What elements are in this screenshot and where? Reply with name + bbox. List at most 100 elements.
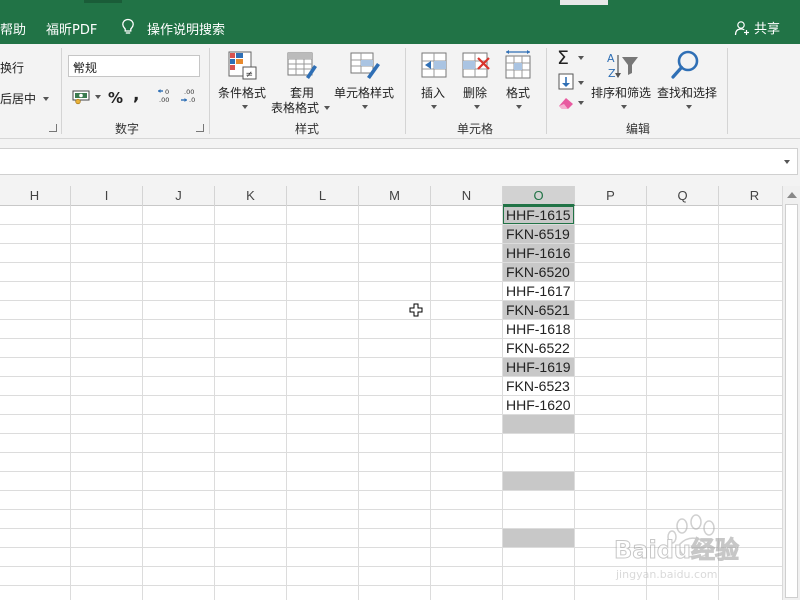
cell-o8[interactable]: FKN-6522 [503, 339, 574, 357]
column-gridline [574, 206, 575, 600]
column-header-o[interactable]: O [503, 186, 575, 206]
vertical-scrollbar[interactable] [782, 186, 800, 600]
cell-o10[interactable]: FKN-6523 [503, 377, 574, 395]
column-header-j[interactable]: J [143, 186, 215, 206]
column-header-k[interactable]: K [215, 186, 287, 206]
baidu-jingyan-watermark: Baidu经验 jingyan.baidu.com [614, 514, 739, 581]
svg-text:.0: .0 [189, 96, 195, 104]
number-format-select[interactable]: 常规 [68, 55, 200, 77]
column-header-l[interactable]: L [287, 186, 359, 206]
row-gridline [0, 471, 782, 472]
fill-down-icon[interactable] [558, 73, 574, 90]
cell-o1[interactable]: HHF-1615 [503, 206, 574, 224]
styles-group-label: 样式 [295, 122, 320, 136]
share-button[interactable]: 共享 [734, 18, 780, 37]
alignment-dialog-launcher[interactable] [49, 124, 57, 132]
column-header-q[interactable]: Q [647, 186, 719, 206]
row-gridline [0, 319, 782, 320]
formula-input[interactable] [0, 148, 798, 175]
chevron-down-icon [73, 65, 79, 69]
accounting-dropdown-caret[interactable] [95, 95, 101, 99]
format-cells-icon [505, 50, 531, 79]
cell-o18[interactable] [503, 529, 574, 547]
comma-style-button[interactable]: , [133, 85, 139, 105]
column-header-p[interactable]: P [575, 186, 647, 206]
format-as-table-icon [287, 52, 317, 79]
column-header-h[interactable]: H [0, 186, 71, 206]
scroll-thumb[interactable] [785, 204, 798, 598]
chevron-down-icon [242, 105, 248, 109]
insert-label: 插入 [421, 86, 446, 100]
chevron-down-icon [431, 105, 437, 109]
cell-o16[interactable] [503, 491, 574, 509]
lightbulb-icon [122, 18, 134, 34]
cell-o12[interactable] [503, 415, 574, 433]
cell-o17[interactable] [503, 510, 574, 528]
accounting-format-icon[interactable] [72, 88, 92, 106]
merge-center-button[interactable]: 后居中 [0, 90, 36, 107]
column-gridline [358, 206, 359, 600]
eraser-icon[interactable] [558, 96, 575, 110]
svg-text:≠: ≠ [246, 70, 254, 80]
svg-text:0: 0 [165, 88, 169, 96]
fill-dropdown-caret[interactable] [578, 81, 584, 85]
share-label: 共享 [754, 22, 781, 37]
insert-cells-icon [421, 52, 447, 78]
row-gridline [0, 357, 782, 358]
cell-o5[interactable]: HHF-1617 [503, 282, 574, 300]
decrease-decimal-icon[interactable]: .00 .0 [180, 87, 202, 105]
autosum-icon[interactable]: Σ [557, 47, 569, 69]
tab-foxit-pdf[interactable]: 福昕PDF [46, 19, 97, 38]
svg-text:Z: Z [608, 67, 616, 80]
tab-help[interactable]: 帮助 [0, 19, 26, 38]
cell-o7[interactable]: HHF-1618 [503, 320, 574, 338]
number-dialog-launcher[interactable] [196, 124, 204, 132]
tell-me-search[interactable]: 操作说明搜索 [147, 19, 225, 38]
group-separator [546, 48, 547, 134]
row-gridline [0, 509, 782, 510]
cell-o13[interactable] [503, 434, 574, 452]
expand-formula-bar-icon[interactable] [784, 160, 790, 164]
delete-cells-icon [462, 52, 490, 78]
cell-styles-label: 单元格样式 [334, 86, 395, 100]
column-header-m[interactable]: M [359, 186, 431, 206]
cell-select-cursor-icon [409, 303, 423, 317]
column-gridline [70, 206, 71, 600]
percent-style-button[interactable]: % [108, 89, 123, 107]
format-label: 格式 [506, 86, 531, 100]
cell-o3[interactable]: HHF-1616 [503, 244, 574, 262]
row-gridline [0, 414, 782, 415]
cell-o15[interactable] [503, 472, 574, 490]
chevron-down-icon [474, 105, 480, 109]
cell-o2[interactable]: FKN-6519 [503, 225, 574, 243]
clear-dropdown-caret[interactable] [578, 101, 584, 105]
merge-dropdown-caret[interactable] [43, 97, 49, 101]
svg-text:.00: .00 [184, 88, 194, 96]
cell-o14[interactable] [503, 453, 574, 471]
sort-filter-icon: A Z [607, 52, 638, 80]
scroll-up-arrow-icon[interactable] [787, 192, 797, 198]
group-separator [727, 48, 728, 134]
delete-label: 删除 [463, 86, 488, 100]
title-highlight [560, 0, 608, 5]
cell-o4[interactable]: FKN-6520 [503, 263, 574, 281]
row-gridline [0, 585, 782, 586]
formula-bar-area [0, 139, 800, 186]
cell-o11[interactable]: HHF-1620 [503, 396, 574, 414]
wrap-text-button[interactable]: 换行 [0, 59, 24, 76]
row-gridline [0, 490, 782, 491]
editing-group-label: 编辑 [626, 122, 651, 136]
cell-o6[interactable]: FKN-6521 [503, 301, 574, 319]
cell-styles-icon [350, 52, 380, 79]
cell-o9[interactable]: HHF-1619 [503, 358, 574, 376]
ribbon: 换行 后居中 常规 % , 0 .00 .00 .0 数字 ≠ 条件格式 套用 … [0, 44, 800, 139]
format-as-table-label-2: 表格格式 [271, 101, 320, 115]
column-header-r[interactable]: R [719, 186, 791, 206]
chevron-down-icon [362, 105, 368, 109]
column-header-n[interactable]: N [431, 186, 503, 206]
magnifier-icon [671, 50, 699, 79]
increase-decimal-icon[interactable]: 0 .00 [157, 87, 179, 105]
column-header-i[interactable]: I [71, 186, 143, 206]
row-gridline [0, 433, 782, 434]
autosum-dropdown-caret[interactable] [578, 56, 584, 60]
